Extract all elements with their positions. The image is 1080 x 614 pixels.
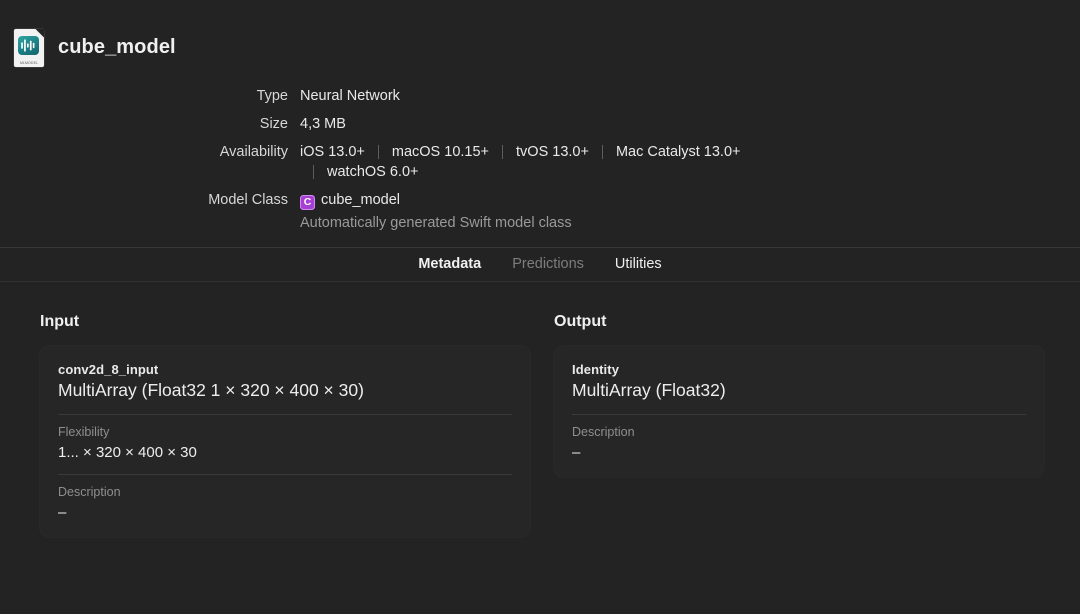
output-feature-type: MultiArray (Float32) — [572, 379, 726, 400]
output-feature-name: Identity — [572, 361, 620, 377]
output-description-value: – — [572, 443, 581, 461]
mlmodel-document-icon: MLMODEL — [14, 28, 44, 67]
divider — [58, 413, 512, 415]
metadata-panel: Input conv2d_8_input MultiArray (Float32… — [0, 282, 1080, 537]
info-value-size: 4,3 MB — [300, 116, 346, 132]
info-value-type: Neural Network — [300, 88, 400, 104]
input-column: Input conv2d_8_input MultiArray (Float32… — [0, 282, 540, 537]
availability-platform-ios: iOS 13.0+ — [300, 144, 365, 160]
tab-bar: Metadata Predictions Utilities — [0, 246, 1080, 282]
output-column: Output Identity MultiArray (Float32) Des… — [540, 282, 1080, 537]
output-section-title: Output — [554, 312, 607, 330]
info-label-availability: Availability — [219, 144, 288, 160]
document-header: MLMODEL cube_model — [0, 0, 1080, 68]
model-info-grid: Type Neural Network Size 4,3 MB Availabi… — [0, 82, 1080, 235]
availability-separator — [601, 145, 603, 159]
availability-separator — [377, 145, 379, 159]
output-feature-card: Identity MultiArray (Float32) Descriptio… — [554, 345, 1044, 477]
input-feature-name: conv2d_8_input — [58, 361, 159, 377]
input-flexibility-value: 1... × 320 × 400 × 30 — [58, 443, 197, 461]
info-label-size: Size — [259, 116, 288, 132]
divider — [572, 413, 1026, 415]
info-label-model-class: Model Class — [208, 192, 288, 208]
page-title: cube_model — [58, 36, 176, 58]
input-feature-card: conv2d_8_input MultiArray (Float32 1 × 3… — [40, 345, 530, 537]
output-description-label: Description — [572, 424, 635, 439]
info-label-type: Type — [256, 88, 288, 104]
availability-platform-macos: macOS 10.15+ — [391, 144, 490, 160]
divider — [58, 473, 512, 475]
availability-platform-tvos: tvOS 13.0+ — [516, 144, 589, 160]
info-value-availability: iOS 13.0+ macOS 10.15+ tvOS 13.0+ Mac Ca… — [288, 138, 1080, 186]
input-description-value: – — [58, 503, 67, 521]
input-description-label: Description — [58, 484, 121, 499]
tab-predictions[interactable]: Predictions — [510, 256, 586, 272]
tab-utilities[interactable]: Utilities — [613, 256, 664, 272]
model-class-note: Automatically generated Swift model clas… — [300, 214, 572, 231]
availability-platform-watchos: watchOS 6.0+ — [327, 164, 419, 180]
input-section-title: Input — [40, 312, 80, 330]
availability-platform-mac-catalyst: Mac Catalyst 13.0+ — [615, 144, 741, 160]
info-value-model-class[interactable]: Ccube_model — [288, 186, 1080, 215]
availability-separator — [502, 145, 504, 159]
model-class-name[interactable]: cube_model — [321, 192, 400, 208]
tab-metadata[interactable]: Metadata — [416, 256, 483, 272]
mlmodel-icon-caption: MLMODEL — [19, 60, 39, 65]
swift-class-badge-icon: C — [300, 194, 315, 210]
input-feature-type: MultiArray (Float32 1 × 320 × 400 × 30) — [58, 379, 364, 400]
coreml-waveform-icon — [18, 35, 39, 55]
input-flexibility-label: Flexibility — [58, 424, 110, 439]
availability-separator — [313, 165, 314, 179]
